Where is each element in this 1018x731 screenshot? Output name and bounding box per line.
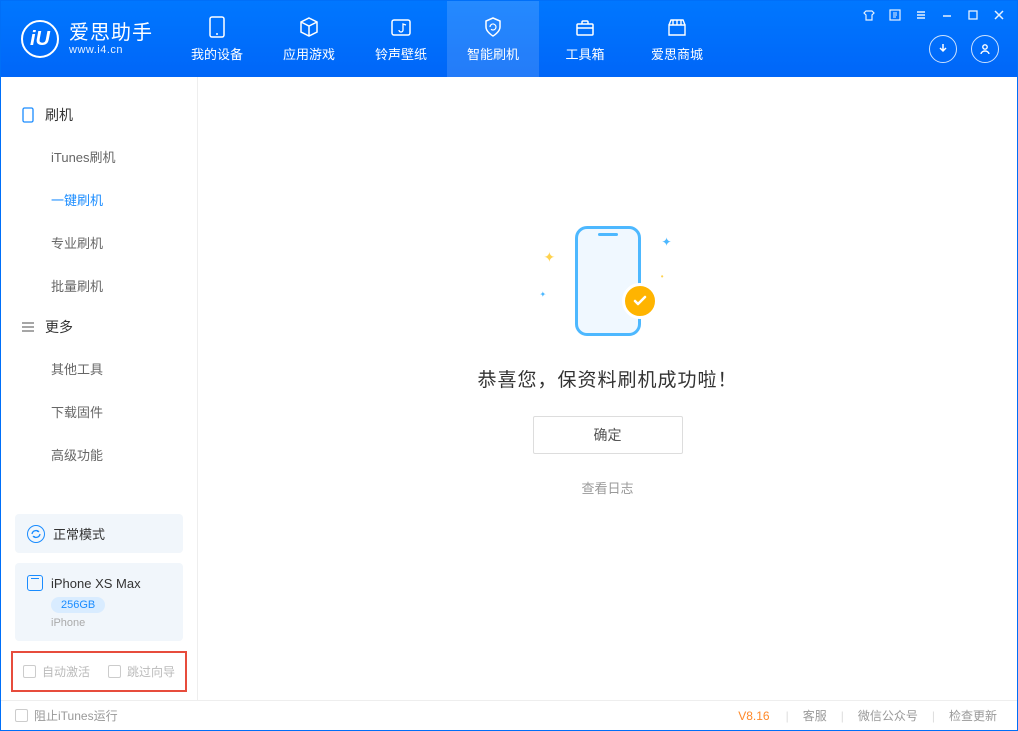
shield-refresh-icon — [480, 16, 506, 38]
view-log-link[interactable]: 查看日志 — [581, 478, 633, 497]
sidebar-item-advanced[interactable]: 高级功能 — [1, 433, 197, 476]
status-mode-box[interactable]: 正常模式 — [15, 514, 183, 553]
footer-link-support[interactable]: 客服 — [797, 707, 833, 724]
app-title: 爱思助手 — [69, 22, 153, 44]
checkbox-label: 自动激活 — [42, 663, 90, 680]
checkbox-label: 阻止iTunes运行 — [34, 707, 118, 724]
sidebar-item-batch-flash[interactable]: 批量刷机 — [1, 264, 197, 307]
sparkle-icon: • — [661, 272, 664, 281]
tab-label: 铃声壁纸 — [375, 44, 427, 63]
shop-icon — [664, 16, 690, 38]
sparkle-icon: ✦ — [544, 249, 556, 266]
phone-small-icon — [27, 575, 43, 591]
tab-label: 我的设备 — [191, 44, 243, 63]
phone-icon — [204, 16, 230, 38]
sidebar-item-download-firmware[interactable]: 下载固件 — [1, 390, 197, 433]
tab-ringtones[interactable]: 铃声壁纸 — [355, 1, 447, 77]
checkbox-icon — [15, 709, 28, 722]
phone-illustration-icon — [575, 226, 641, 336]
cube-icon — [296, 16, 322, 38]
checkbox-icon — [23, 665, 36, 678]
sidebar-section-more: 更多 — [1, 307, 197, 347]
sync-icon — [27, 525, 45, 543]
menu-icon[interactable] — [913, 7, 929, 23]
device-type: iPhone — [51, 617, 171, 629]
checkbox-icon — [108, 665, 121, 678]
tab-smart-flash[interactable]: 智能刷机 — [447, 1, 539, 77]
sidebar-item-itunes-flash[interactable]: iTunes刷机 — [1, 135, 197, 178]
sparkle-icon: ✦ — [661, 235, 671, 249]
app-logo-icon: iU — [21, 20, 59, 58]
status-mode-label: 正常模式 — [53, 524, 105, 543]
tab-label: 应用游戏 — [283, 44, 335, 63]
logo-block: iU 爱思助手 www.i4.cn — [1, 1, 171, 77]
sidebar-section-flash: 刷机 — [1, 95, 197, 135]
toolbox-icon — [572, 16, 598, 38]
sparkle-icon: ✦ — [540, 290, 547, 299]
checkbox-label: 跳过向导 — [127, 663, 175, 680]
maximize-button[interactable] — [965, 7, 981, 23]
sidebar-item-oneclick-flash[interactable]: 一键刷机 — [1, 178, 197, 221]
device-name: iPhone XS Max — [51, 576, 141, 591]
section-title: 刷机 — [45, 105, 73, 125]
highlighted-options: 自动激活 跳过向导 — [11, 651, 187, 692]
tab-label: 工具箱 — [565, 44, 604, 63]
header-right-actions — [929, 35, 999, 63]
tab-my-device[interactable]: 我的设备 — [171, 1, 263, 77]
header: iU 爱思助手 www.i4.cn 我的设备 应用游戏 铃声壁纸 智能刷机 工具… — [1, 1, 1017, 77]
tab-store[interactable]: 爱思商城 — [631, 1, 723, 77]
device-icon — [21, 108, 35, 122]
footer-link-update[interactable]: 检查更新 — [943, 707, 1003, 724]
window-controls — [861, 7, 1007, 23]
close-button[interactable] — [991, 7, 1007, 23]
success-illustration: ✦ ✦ ✦ • — [538, 221, 678, 341]
list-icon — [21, 320, 35, 334]
body: 刷机 iTunes刷机 一键刷机 专业刷机 批量刷机 更多 其他工具 下载固件 … — [1, 77, 1017, 700]
sidebar-item-other-tools[interactable]: 其他工具 — [1, 347, 197, 390]
tab-apps-games[interactable]: 应用游戏 — [263, 1, 355, 77]
main-content: ✦ ✦ ✦ • 恭喜您，保资料刷机成功啦！ 确定 查看日志 — [198, 77, 1017, 700]
minimize-button[interactable] — [939, 7, 955, 23]
success-check-icon — [622, 283, 658, 319]
tab-toolbox[interactable]: 工具箱 — [539, 1, 631, 77]
footer: 阻止iTunes运行 V8.16 | 客服 | 微信公众号 | 检查更新 — [1, 700, 1017, 730]
section-title: 更多 — [45, 317, 73, 337]
skin-icon[interactable] — [861, 7, 877, 23]
tab-label: 智能刷机 — [467, 44, 519, 63]
checkbox-skip-guide[interactable]: 跳过向导 — [108, 663, 175, 680]
device-storage-badge: 256GB — [51, 597, 105, 613]
download-button[interactable] — [929, 35, 957, 63]
sidebar-item-pro-flash[interactable]: 专业刷机 — [1, 221, 197, 264]
app-subtitle: www.i4.cn — [69, 44, 153, 56]
feedback-icon[interactable] — [887, 7, 903, 23]
success-message: 恭喜您，保资料刷机成功啦！ — [477, 365, 737, 392]
footer-right: V8.16 | 客服 | 微信公众号 | 检查更新 — [738, 707, 1003, 724]
tab-label: 爱思商城 — [651, 44, 703, 63]
footer-link-wechat[interactable]: 微信公众号 — [852, 707, 924, 724]
sidebar: 刷机 iTunes刷机 一键刷机 专业刷机 批量刷机 更多 其他工具 下载固件 … — [1, 77, 198, 700]
music-folder-icon — [388, 16, 414, 38]
checkbox-block-itunes[interactable]: 阻止iTunes运行 — [15, 707, 118, 724]
checkbox-auto-activate[interactable]: 自动激活 — [23, 663, 90, 680]
account-button[interactable] — [971, 35, 999, 63]
version-label: V8.16 — [738, 709, 769, 723]
device-info-box[interactable]: iPhone XS Max 256GB iPhone — [15, 563, 183, 641]
ok-button[interactable]: 确定 — [533, 416, 683, 454]
logo-text: 爱思助手 www.i4.cn — [69, 22, 153, 56]
